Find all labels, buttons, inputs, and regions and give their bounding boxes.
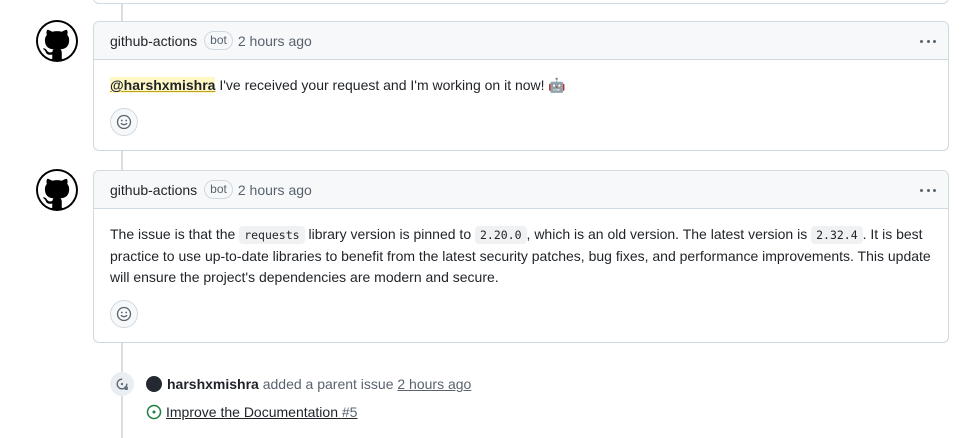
previous-comment-edge <box>93 0 949 4</box>
parent-issue-link[interactable]: Improve the Documentation #5 <box>166 404 357 420</box>
smiley-icon <box>116 306 132 322</box>
event-description: harshxmishra added a parent issue 2 hour… <box>167 376 472 392</box>
comment-time[interactable]: 2 hours ago <box>238 182 312 198</box>
timeline-event: harshxmishra added a parent issue 2 hour… <box>110 372 471 396</box>
event-time-link[interactable]: 2 hours ago <box>397 376 471 392</box>
user-mention[interactable]: @harshxmishra <box>110 77 216 93</box>
comment-author[interactable]: github-actions <box>110 182 197 198</box>
comment-body: The issue is that the requests library v… <box>94 209 948 342</box>
inline-code: 2.20.0 <box>475 226 527 244</box>
comment-header: github-actions bot 2 hours ago <box>94 22 948 60</box>
comment-header: github-actions bot 2 hours ago <box>94 171 948 209</box>
github-actions-avatar[interactable] <box>36 20 78 62</box>
bot-badge: bot <box>204 180 233 199</box>
comment-text: I've received your request and I'm worki… <box>215 77 566 93</box>
comment-author[interactable]: github-actions <box>110 33 197 49</box>
bot-badge: bot <box>204 31 233 50</box>
issue-open-icon <box>146 404 162 420</box>
comment-time[interactable]: 2 hours ago <box>238 33 312 49</box>
inline-code: requests <box>239 226 305 244</box>
event-actor[interactable]: harshxmishra <box>167 376 259 392</box>
kebab-menu-icon[interactable] <box>918 181 938 199</box>
comment-card: github-actions bot 2 hours ago @harshxmi… <box>93 21 949 151</box>
comment-text: The issue is that the requests library v… <box>110 226 931 285</box>
add-reaction-button[interactable] <box>110 300 138 328</box>
github-logo-icon <box>38 22 76 60</box>
inline-code: 2.32.4 <box>811 226 863 244</box>
avatar[interactable] <box>146 376 162 392</box>
parent-issue-row: Improve the Documentation #5 <box>146 402 357 422</box>
kebab-menu-icon[interactable] <box>918 32 938 50</box>
add-reaction-button[interactable] <box>110 108 138 136</box>
smiley-icon <box>116 114 132 130</box>
comment-body: @harshxmishra I've received your request… <box>94 60 948 150</box>
parent-issue-icon <box>110 372 134 396</box>
github-actions-avatar[interactable] <box>36 169 78 211</box>
comment-card: github-actions bot 2 hours ago The issue… <box>93 170 949 343</box>
github-logo-icon <box>38 171 76 209</box>
